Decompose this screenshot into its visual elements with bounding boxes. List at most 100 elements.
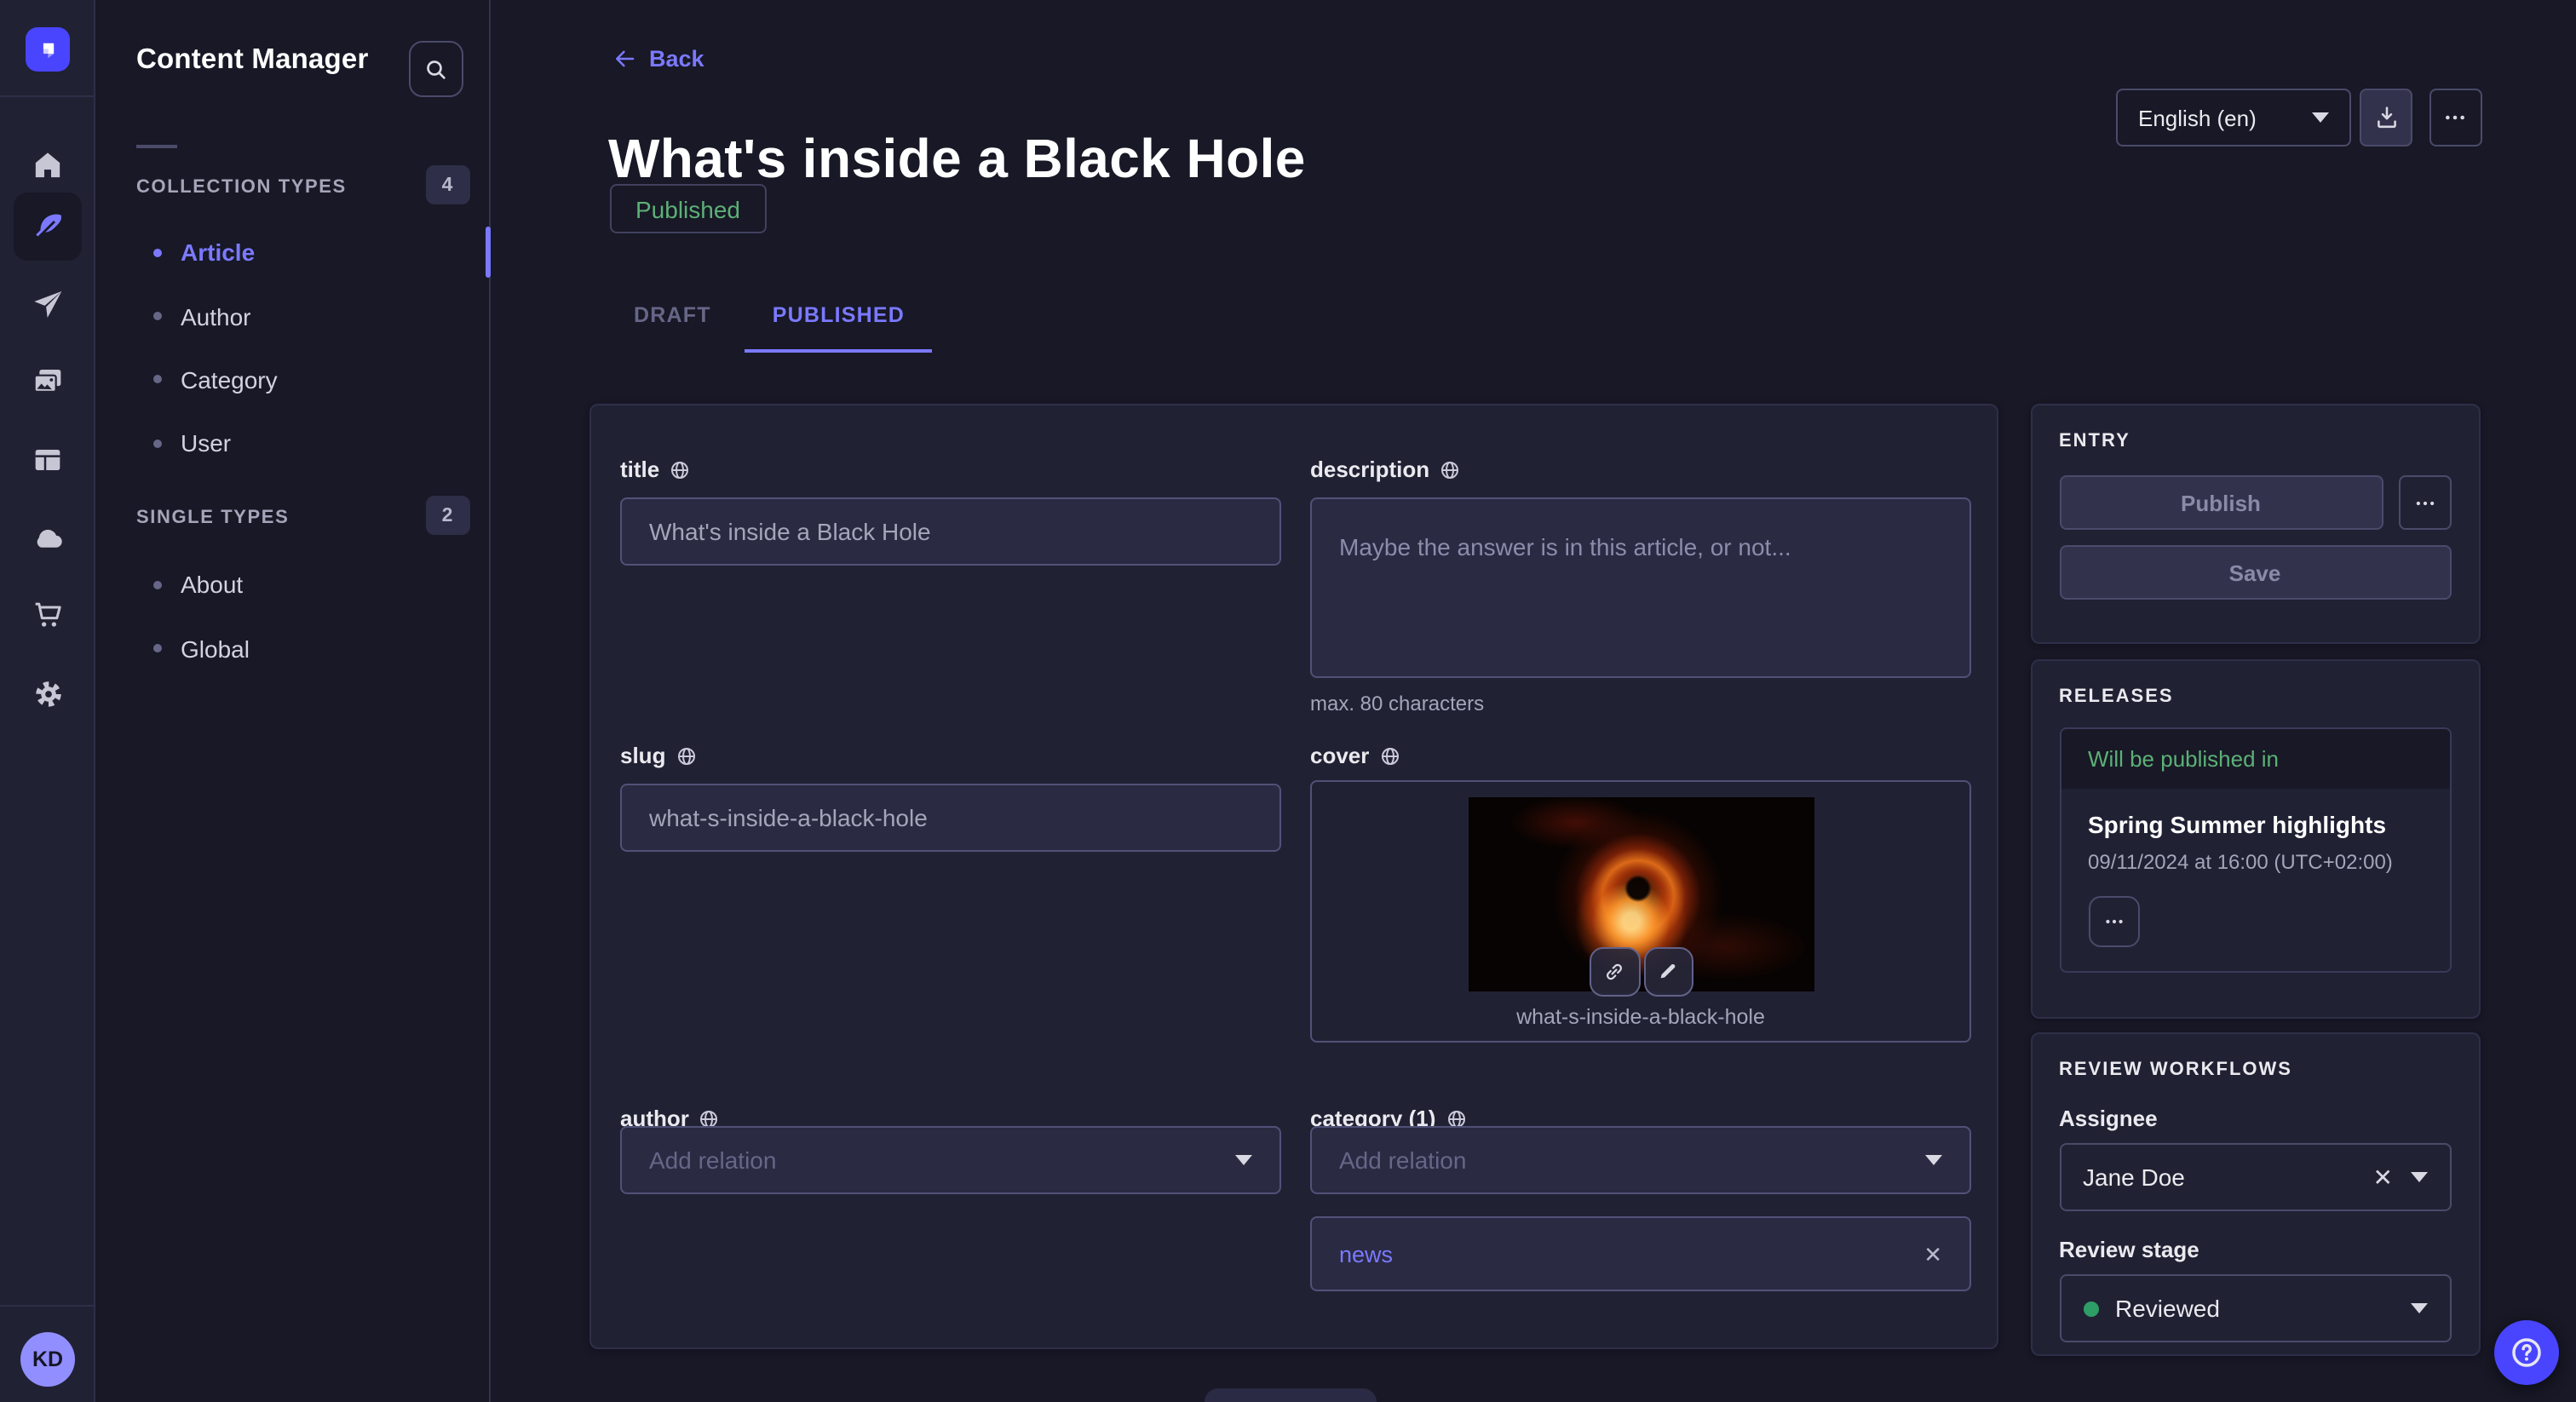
release-more-button[interactable] <box>2088 896 2139 947</box>
nav-settings[interactable] <box>0 659 95 727</box>
help-button[interactable] <box>2493 1320 2558 1385</box>
publish-button[interactable]: Publish <box>2059 475 2383 530</box>
category-relation-combobox[interactable]: Add relation <box>1310 1126 1971 1194</box>
slug-input[interactable] <box>620 784 1281 852</box>
release-date: 09/11/2024 at 16:00 (UTC+02:00) <box>2088 850 2422 874</box>
download-icon <box>2372 104 2400 131</box>
review-stage-label: Review stage <box>2059 1237 2451 1262</box>
more-horizontal-icon <box>2441 104 2469 131</box>
nav-marketplace[interactable] <box>0 581 95 649</box>
sidebar-item-user[interactable]: User <box>95 417 489 468</box>
title-field-label: title <box>620 457 1281 482</box>
globe-icon <box>670 459 690 480</box>
review-stage-select[interactable]: Reviewed <box>2059 1274 2451 1342</box>
globe-icon <box>1379 745 1400 766</box>
back-link[interactable]: Back <box>612 46 704 72</box>
sidebar-item-article[interactable]: Article <box>95 227 489 278</box>
cover-actions <box>1469 946 1814 997</box>
slug-field-label: slug <box>620 743 1281 768</box>
sidebar-item-author[interactable]: Author <box>95 290 489 342</box>
sidebar-title: Content Manager <box>136 44 369 77</box>
sidebar-item-global[interactable]: Global <box>95 623 489 674</box>
next-section-peek <box>1205 1388 1377 1402</box>
question-circle-icon <box>2507 1334 2544 1371</box>
bullet-icon <box>153 580 162 589</box>
bullet-icon <box>153 312 162 320</box>
author-relation-combobox[interactable]: Add relation <box>620 1126 1281 1194</box>
save-button[interactable]: Save <box>2059 545 2451 600</box>
section-single-types: SINGLE TYPES <box>136 508 289 528</box>
more-horizontal-icon <box>2102 910 2125 934</box>
release-card-header: Will be published in <box>2061 729 2449 789</box>
chevron-down-icon <box>2410 1303 2427 1313</box>
single-types-count: 2 <box>425 496 469 535</box>
cover-filename: what-s-inside-a-black-hole <box>1312 1005 1969 1029</box>
edit-media-button[interactable] <box>1643 946 1693 997</box>
release-name: Spring Summer highlights <box>2088 811 2422 838</box>
header-more-button[interactable] <box>2429 89 2481 147</box>
nav-deploy-cloud[interactable] <box>0 504 95 572</box>
main-nav-rail: KD <box>0 0 95 1402</box>
tab-draft[interactable]: DRAFT <box>600 283 745 353</box>
search-button[interactable] <box>408 41 463 97</box>
copy-link-button[interactable] <box>1590 946 1640 997</box>
chevron-down-icon <box>2312 112 2329 123</box>
assignee-label: Assignee <box>2059 1106 2451 1131</box>
entry-panel: ENTRY Publish Save <box>2030 404 2480 644</box>
stage-status-dot <box>2083 1301 2098 1316</box>
page-title: What's inside a Black Hole <box>608 127 1306 192</box>
assignee-combobox[interactable]: Jane Doe ✕ <box>2059 1143 2451 1211</box>
gear-icon <box>30 675 66 711</box>
cloud-icon <box>30 520 66 556</box>
link-icon <box>1602 959 1628 985</box>
sidebar-item-category[interactable]: Category <box>95 353 489 405</box>
review-workflows-panel: REVIEW WORKFLOWS Assignee Jane Doe ✕ Rev… <box>2030 1032 2480 1356</box>
strapi-logo[interactable] <box>26 27 70 72</box>
user-avatar[interactable]: KD <box>20 1332 75 1387</box>
locale-select[interactable]: English (en) <box>2116 89 2351 147</box>
layout-icon <box>31 443 65 477</box>
paper-plane-icon <box>31 288 65 322</box>
tab-published[interactable]: PUBLISHED <box>745 283 932 353</box>
clear-assignee-icon[interactable]: ✕ <box>2373 1165 2393 1189</box>
feather-icon <box>30 209 66 244</box>
nav-home[interactable] <box>0 131 95 199</box>
nav-content-type-builder[interactable] <box>0 426 95 494</box>
title-input[interactable] <box>620 497 1281 566</box>
release-card: Will be published in Spring Summer highl… <box>2059 727 2451 973</box>
description-textarea[interactable]: Maybe the answer is in this article, or … <box>1310 497 1971 678</box>
entry-panel-title: ENTRY <box>2059 431 2451 451</box>
rail-divider <box>0 95 95 97</box>
globe-icon <box>676 745 696 766</box>
description-field-label: description <box>1310 457 1971 482</box>
cover-field-label: cover <box>1310 743 1971 768</box>
nav-release[interactable] <box>0 271 95 339</box>
collection-types-count: 4 <box>425 165 469 204</box>
bullet-icon <box>153 439 162 447</box>
search-icon <box>422 55 449 83</box>
remove-relation-icon[interactable]: ✕ <box>1923 1243 1942 1265</box>
nav-content-manager[interactable] <box>0 192 95 261</box>
pencil-icon <box>1657 960 1681 984</box>
releases-panel: RELEASES Will be published in Spring Sum… <box>2030 659 2480 1019</box>
status-badge: Published <box>610 184 766 233</box>
chevron-down-icon <box>1235 1155 1252 1165</box>
relation-link-news[interactable]: news <box>1339 1241 1923 1267</box>
download-button[interactable] <box>2360 89 2412 147</box>
nav-media-library[interactable] <box>0 348 95 416</box>
arrow-left-icon <box>612 46 637 72</box>
chevron-down-icon <box>1925 1155 1942 1165</box>
cart-icon <box>31 598 65 632</box>
sidebar-divider <box>136 145 177 148</box>
description-hint: max. 80 characters <box>1310 692 1971 715</box>
rail-divider-bottom <box>0 1305 95 1307</box>
app-root: KD Content Manager COLLECTION TYPES 4 Ar… <box>0 0 2576 1402</box>
section-collection-types: COLLECTION TYPES <box>136 177 347 198</box>
category-relation-item: news ✕ <box>1310 1216 1971 1291</box>
chevron-down-icon <box>2410 1172 2427 1182</box>
home-icon <box>31 148 65 182</box>
bullet-icon <box>153 248 162 256</box>
bullet-icon <box>153 375 162 383</box>
entry-more-button[interactable] <box>2398 475 2451 530</box>
sidebar-item-about[interactable]: About <box>95 559 489 610</box>
